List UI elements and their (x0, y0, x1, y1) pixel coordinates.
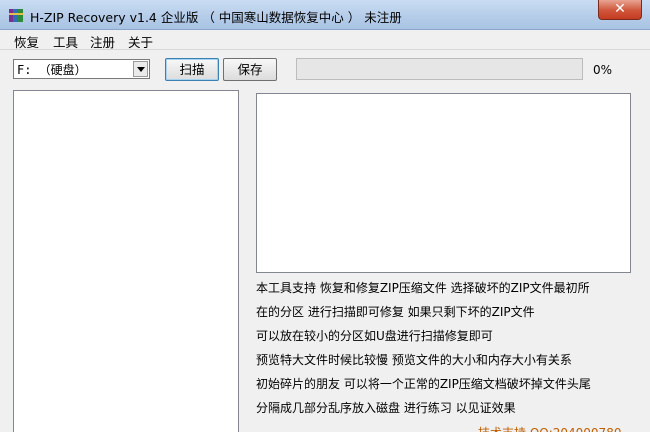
scan-progress-bar (296, 58, 583, 80)
app-icon (9, 9, 23, 22)
file-list-panel[interactable] (13, 90, 239, 432)
close-button[interactable]: ✕ (598, 0, 642, 20)
info-line: 在的分区 进行扫描即可修复 如果只剩下坏的ZIP文件 (256, 305, 535, 319)
title-bar[interactable]: H-ZIP Recovery v1.4 企业版 （ 中国寒山数据恢复中心 ） 未… (0, 0, 650, 30)
support-contact: 技术支持 QQ:204000780 (478, 424, 621, 432)
drive-select[interactable]: F: （硬盘） (13, 59, 150, 79)
info-line: 分隔成几部分乱序放入磁盘 进行练习 以见证效果 (256, 401, 516, 415)
info-line: 预览特大文件时候比较慢 预览文件的大小和内存大小有关系 (256, 353, 572, 367)
save-button[interactable]: 保存 (223, 58, 277, 81)
close-icon: ✕ (614, 1, 626, 17)
menu-bar: 恢复 工具 注册 关于 (0, 30, 650, 50)
menu-recover[interactable]: 恢复 (14, 32, 39, 51)
menu-register[interactable]: 注册 (90, 32, 115, 51)
menu-about[interactable]: 关于 (128, 32, 153, 51)
info-line: 可以放在较小的分区如U盘进行扫描修复即可 (256, 329, 493, 343)
preview-panel[interactable] (256, 93, 631, 273)
chevron-down-icon[interactable] (133, 61, 148, 77)
menu-tools[interactable]: 工具 (53, 32, 78, 51)
info-line: 本工具支持 恢复和修复ZIP压缩文件 选择破坏的ZIP文件最初所 (256, 281, 590, 295)
info-line: 初始碎片的朋友 可以将一个正常的ZIP压缩文档破坏掉文件头尾 (256, 377, 591, 391)
scan-button[interactable]: 扫描 (165, 58, 219, 81)
progress-percent: 0% (593, 63, 613, 77)
drive-select-value: F: （硬盘） (17, 63, 87, 77)
info-text: 本工具支持 恢复和修复ZIP压缩文件 选择破坏的ZIP文件最初所 在的分区 进行… (256, 279, 636, 423)
window-title: H-ZIP Recovery v1.4 企业版 （ 中国寒山数据恢复中心 ） 未… (30, 10, 402, 25)
